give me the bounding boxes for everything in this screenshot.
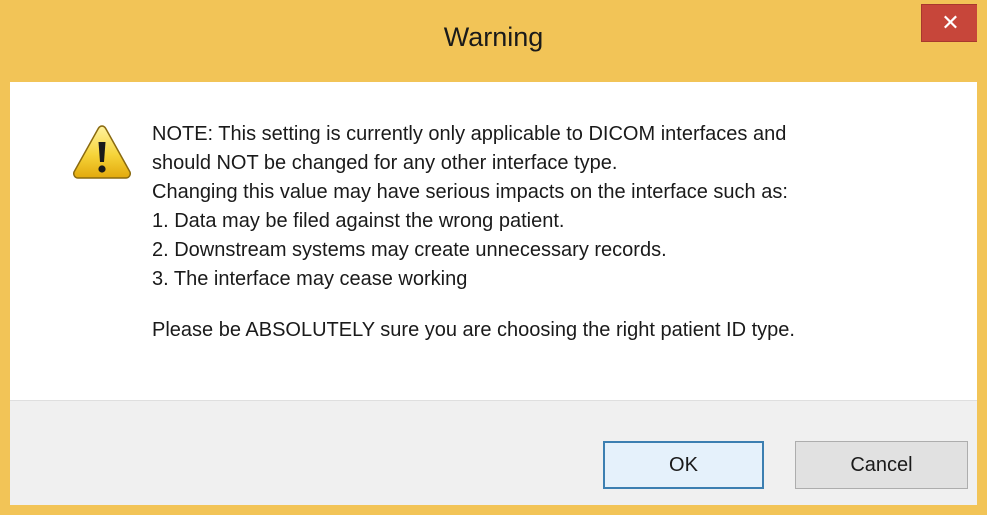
close-button[interactable]: ✕ <box>921 4 980 42</box>
message-spacer <box>152 294 952 316</box>
window-frame-bottom <box>0 505 987 515</box>
message-line: 1. Data may be filed against the wrong p… <box>152 210 565 232</box>
warning-triangle-icon <box>73 125 131 179</box>
message-line: 2. Downstream systems may create unneces… <box>152 239 667 261</box>
warning-message: NOTE: This setting is currently only app… <box>152 120 952 345</box>
cancel-button[interactable]: Cancel <box>795 441 968 489</box>
window-frame-left <box>0 0 10 515</box>
message-line: should NOT be changed for any other inte… <box>152 152 618 174</box>
warning-dialog: Warning ✕ NOTE: This setting is currentl… <box>0 0 987 515</box>
message-line: NOTE: This setting is currently only app… <box>152 123 787 145</box>
message-line: Changing this value may have serious imp… <box>152 181 788 203</box>
message-line: Please be ABSOLUTELY sure you are choosi… <box>152 319 795 341</box>
message-line: 3. The interface may cease working <box>152 268 468 290</box>
dialog-footer: OK Cancel <box>10 400 977 505</box>
ok-button[interactable]: OK <box>603 441 764 489</box>
window-frame-right <box>977 0 987 515</box>
title-bar[interactable]: Warning ✕ <box>0 0 987 82</box>
dialog-title: Warning <box>443 22 544 52</box>
close-icon: ✕ <box>941 10 960 35</box>
dialog-content: NOTE: This setting is currently only app… <box>10 82 977 400</box>
